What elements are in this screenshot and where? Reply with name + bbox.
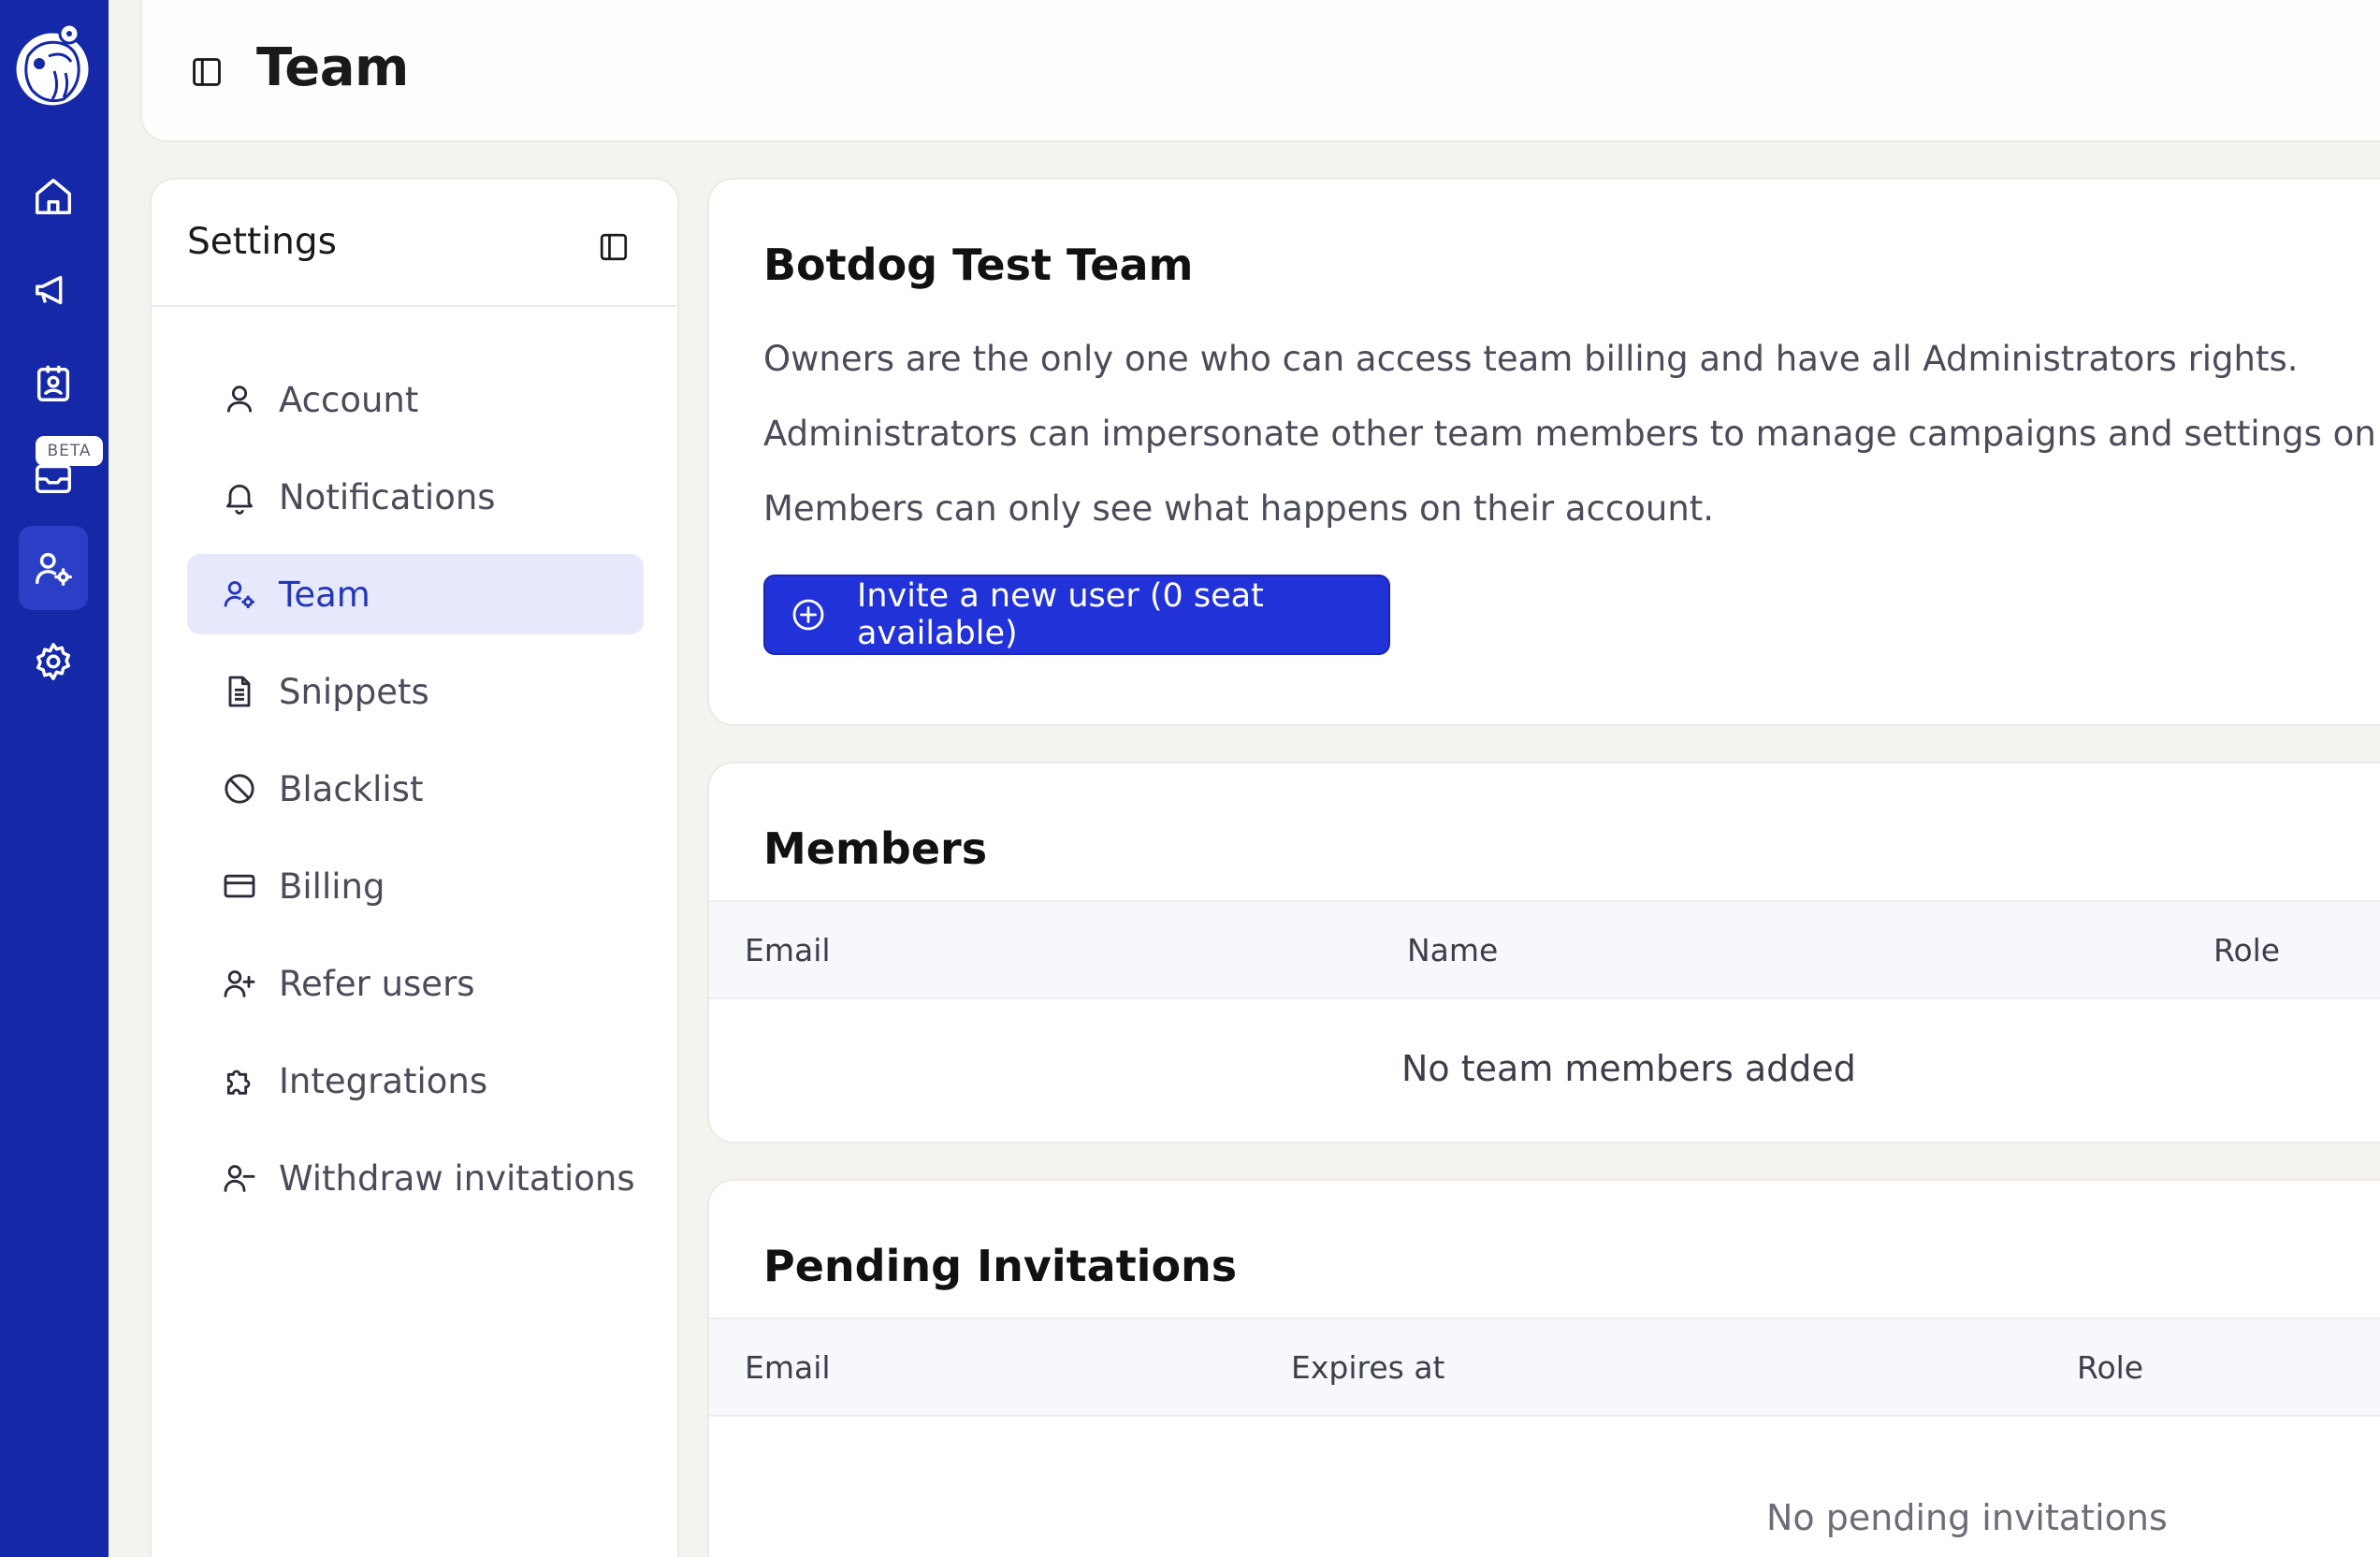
invitations-table-header: Email Expires at Role: [709, 1317, 2380, 1417]
members-table-header: Email Name Role: [709, 900, 2380, 999]
column-email: Email: [745, 932, 831, 968]
user-plus-icon: [221, 965, 258, 1002]
user-icon: [221, 381, 258, 418]
puzzle-icon: [221, 1062, 258, 1099]
settings-item-team[interactable]: Team: [187, 554, 644, 634]
description-administrators: Administrators can impersonate other tea…: [763, 414, 2380, 454]
team-info-card: Botdog Test Team Owners are the only one…: [707, 178, 2380, 726]
home-icon[interactable]: [19, 154, 88, 239]
description-members: Members can only see what happens on the…: [763, 488, 1715, 529]
credit-card-icon: [221, 867, 258, 905]
settings-item-label: Integrations: [279, 1060, 488, 1101]
team-settings-icon[interactable]: [19, 526, 88, 610]
settings-item-label: Billing: [279, 866, 385, 907]
settings-item-integrations[interactable]: Integrations: [187, 1040, 644, 1121]
column-name: Name: [1407, 932, 1499, 968]
settings-item-account[interactable]: Account: [187, 359, 644, 440]
settings-item-label: Notifications: [279, 476, 496, 517]
document-icon: [221, 673, 258, 710]
panel-toggle-icon[interactable]: [597, 230, 631, 264]
user-gear-icon: [221, 575, 258, 613]
app-rail: BETA: [0, 0, 109, 1557]
column-role: Role: [2077, 1349, 2144, 1386]
plus-circle-icon: [790, 596, 827, 633]
settings-item-billing[interactable]: Billing: [187, 846, 644, 926]
settings-item-blacklist[interactable]: Blacklist: [187, 749, 644, 829]
botdog-logo[interactable]: [11, 19, 95, 116]
settings-item-label: Blacklist: [279, 768, 424, 809]
beta-badge: BETA: [36, 436, 103, 466]
settings-item-refer-users[interactable]: Refer users: [187, 943, 644, 1024]
settings-item-label: Account: [279, 379, 419, 420]
settings-item-label: Snippets: [279, 671, 429, 712]
megaphone-icon[interactable]: [19, 248, 88, 332]
members-card: Members Email Name Role No team members …: [707, 762, 2380, 1143]
page-header: Team: [140, 0, 2380, 142]
settings-header: Settings: [152, 180, 677, 307]
settings-item-label: Team: [279, 574, 370, 615]
contact-badge-icon[interactable]: [19, 342, 88, 426]
settings-panel: Settings Account Notifications Team Snip…: [150, 178, 679, 1557]
settings-item-label: Refer users: [279, 963, 475, 1004]
sidebar-toggle-icon[interactable]: [189, 54, 225, 90]
user-minus-icon: [221, 1159, 258, 1197]
invitations-empty-state: No pending invitations: [1766, 1497, 2168, 1538]
column-email: Email: [745, 1349, 831, 1386]
pending-invitations-card: Pending Invitations Email Expires at Rol…: [707, 1179, 2380, 1557]
ban-icon: [221, 770, 258, 808]
invite-user-button[interactable]: Invite a new user (0 seat available): [763, 575, 1390, 655]
page-title: Team: [256, 37, 409, 98]
column-role: Role: [2213, 932, 2281, 968]
bell-icon: [221, 478, 258, 516]
settings-item-snippets[interactable]: Snippets: [187, 651, 644, 732]
column-expires-at: Expires at: [1291, 1349, 1445, 1386]
invitations-title: Pending Invitations: [763, 1241, 1238, 1291]
members-title: Members: [763, 823, 988, 874]
gear-icon[interactable]: [19, 619, 88, 704]
description-owners: Owners are the only one who can access t…: [763, 339, 2299, 379]
team-name: Botdog Test Team: [763, 240, 1194, 290]
settings-item-notifications[interactable]: Notifications: [187, 457, 644, 537]
settings-title: Settings: [187, 221, 337, 263]
invite-button-label: Invite a new user (0 seat available): [857, 577, 1264, 652]
settings-item-label: Withdraw invitations: [279, 1157, 635, 1199]
settings-item-withdraw-invitations[interactable]: Withdraw invitations: [187, 1138, 644, 1218]
members-empty-state: No team members added: [1401, 1048, 1856, 1089]
